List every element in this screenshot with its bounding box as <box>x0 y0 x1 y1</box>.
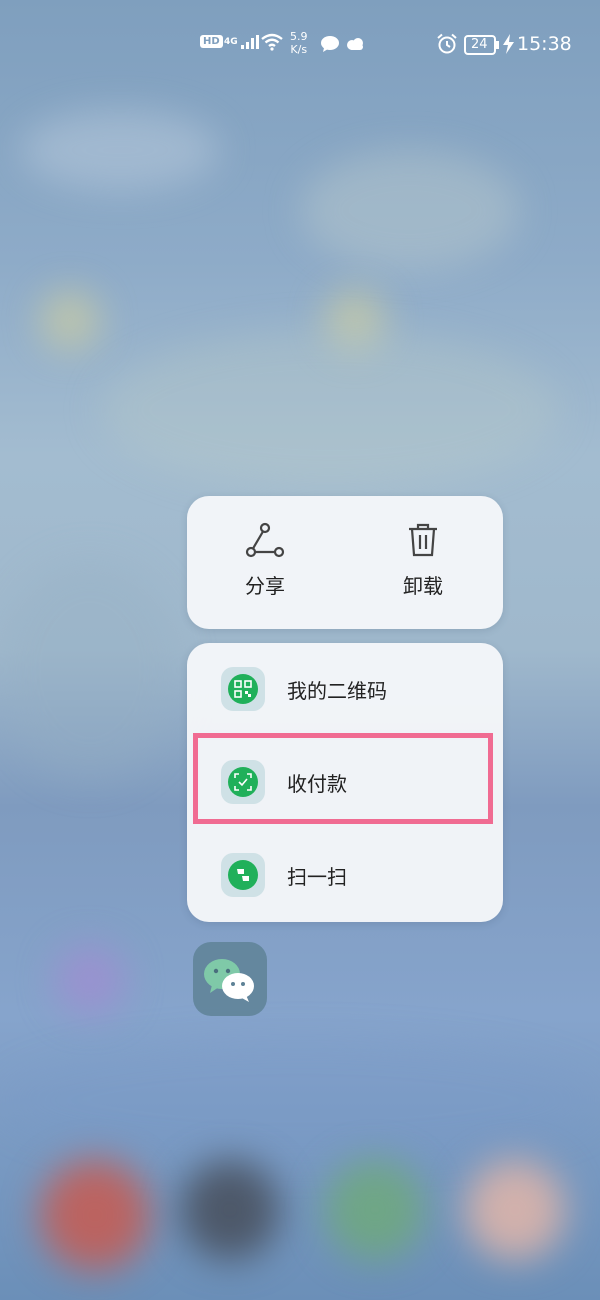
menu-item-label: 我的二维码 <box>287 678 387 703</box>
speed-value: 5.9 <box>290 30 308 43</box>
qr-code-icon <box>221 667 265 711</box>
menu-item-my-qr-code[interactable]: 我的二维码 <box>187 643 503 735</box>
uninstall-button[interactable]: 卸载 <box>363 522 483 599</box>
status-bar: HD 4G 5.9 K/s 24 15:38 <box>0 0 600 90</box>
battery-icon: 24 <box>464 35 500 55</box>
cloud-icon <box>345 38 365 50</box>
trash-icon <box>409 523 437 557</box>
network-speed: 5.9 K/s <box>290 30 308 56</box>
share-label: 分享 <box>245 574 285 598</box>
quick-actions-card: 分享 卸载 <box>187 496 503 629</box>
speed-unit: K/s <box>290 43 308 56</box>
share-icon <box>245 522 285 558</box>
wifi-icon <box>260 33 284 51</box>
message-icon <box>320 35 340 53</box>
signal-icon: 4G <box>224 34 260 50</box>
menu-item-label: 扫一扫 <box>287 864 347 889</box>
wechat-icon <box>204 959 254 1002</box>
battery-level: 24 <box>471 37 488 52</box>
uninstall-label: 卸载 <box>403 574 443 598</box>
clock: 15:38 <box>517 33 572 55</box>
menu-item-scan[interactable]: 扫一扫 <box>187 829 503 921</box>
network-type-label: 4G <box>224 37 238 47</box>
charging-icon <box>503 34 514 54</box>
scan-icon <box>221 853 265 897</box>
share-button[interactable]: 分享 <box>205 522 325 599</box>
alarm-icon <box>436 33 458 55</box>
wechat-app-icon[interactable] <box>193 942 267 1016</box>
highlight-box <box>193 733 493 824</box>
hd-badge: HD <box>200 35 223 48</box>
